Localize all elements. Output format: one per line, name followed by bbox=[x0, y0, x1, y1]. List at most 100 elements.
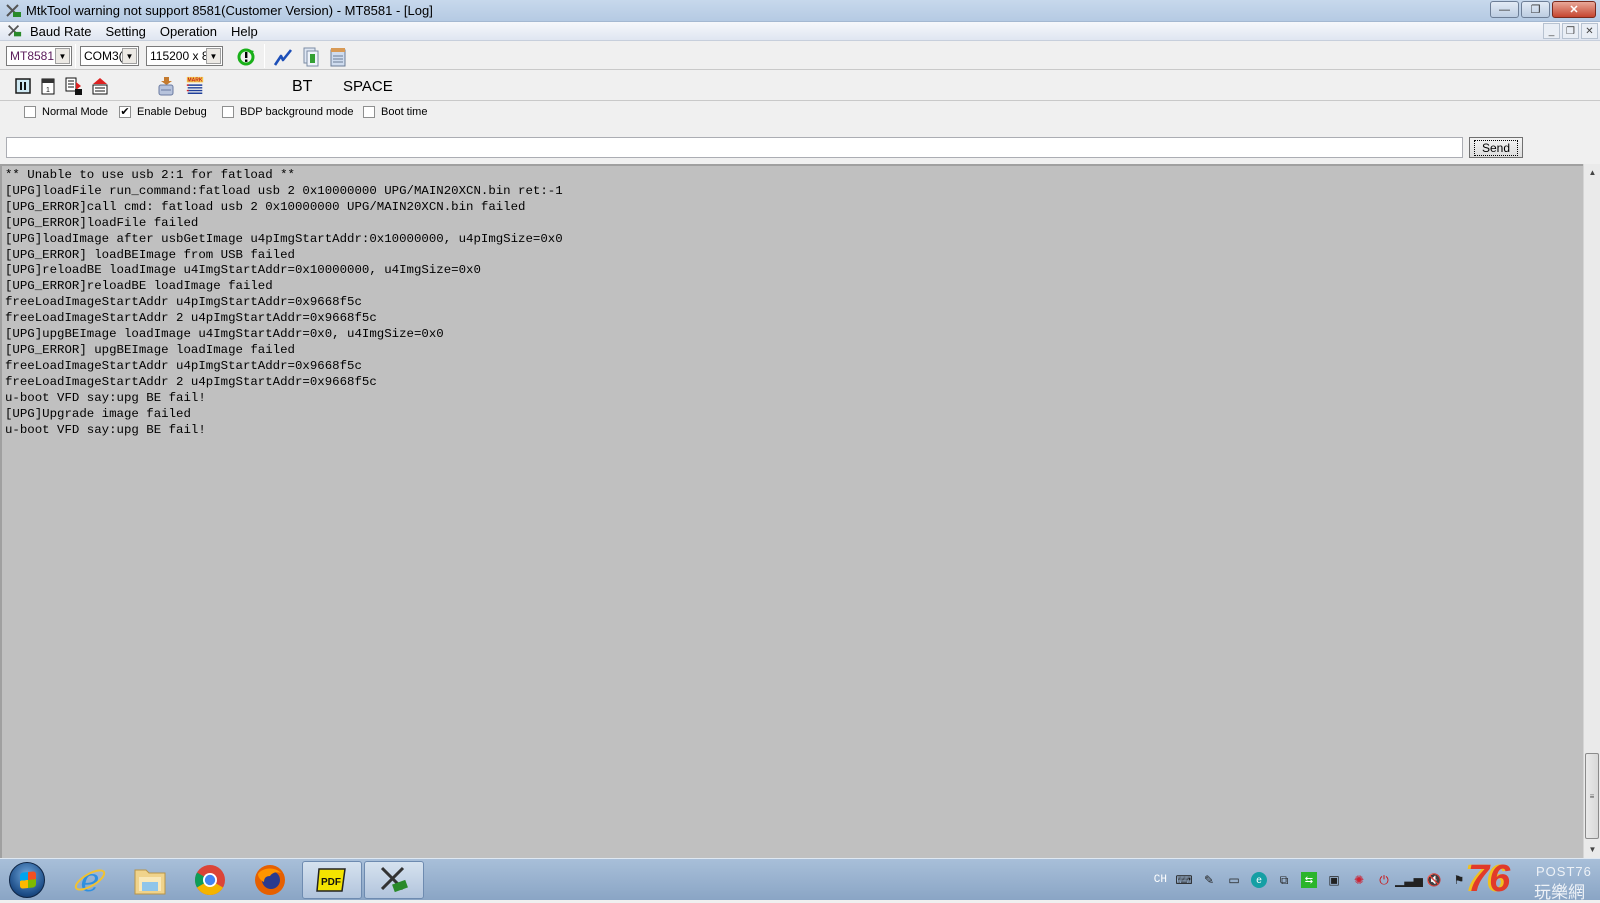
baud-select[interactable]: 115200 x 8 ▼ bbox=[146, 46, 223, 66]
binary-file-icon bbox=[303, 47, 319, 67]
bt-button[interactable]: BT bbox=[292, 78, 312, 96]
chevron-up-icon: ▲ bbox=[1588, 168, 1597, 177]
chip-select-value: MT8581 bbox=[10, 49, 55, 63]
binary-file-button[interactable] bbox=[301, 47, 321, 67]
pen-icon[interactable]: ✎ bbox=[1201, 872, 1217, 888]
upload-button[interactable] bbox=[90, 76, 110, 96]
checkbox-checked[interactable]: ✔ bbox=[119, 106, 131, 118]
enable-debug-checkbox[interactable]: ✔ Enable Debug bbox=[119, 106, 207, 118]
command-input[interactable] bbox=[6, 137, 1463, 158]
svg-text:MARK: MARK bbox=[188, 77, 203, 83]
scroll-thumb[interactable]: ≡ bbox=[1585, 753, 1599, 839]
restore-button[interactable]: ❐ bbox=[1521, 1, 1550, 18]
minimize-button[interactable]: — bbox=[1490, 1, 1519, 18]
space-button[interactable]: SPACE bbox=[343, 78, 393, 95]
log-scrollbar[interactable]: ▲ ≡ ▼ bbox=[1583, 164, 1600, 858]
scroll-up-button[interactable]: ▲ bbox=[1584, 164, 1600, 181]
bdp-background-mode-label: BDP background mode bbox=[240, 106, 354, 118]
log-line: [UPG]loadImage after usbGetImage u4pImgS… bbox=[5, 231, 563, 246]
mtktool-icon bbox=[380, 866, 408, 893]
minimize-icon: _ bbox=[1548, 25, 1555, 37]
flag-icon[interactable]: ⚑ bbox=[1451, 872, 1467, 888]
save-log-icon bbox=[65, 77, 82, 95]
eset-icon[interactable]: e bbox=[1251, 872, 1267, 888]
minimize-icon: — bbox=[1499, 3, 1510, 16]
boot-time-label: Boot time bbox=[381, 106, 428, 118]
title-bar[interactable]: MtkTool warning not support 8581(Custome… bbox=[0, 0, 1600, 22]
pdf-icon: PDF bbox=[316, 868, 346, 892]
log-line: [UPG]upgBEImage loadImage u4ImgStartAddr… bbox=[5, 327, 444, 342]
upload-icon bbox=[92, 78, 108, 95]
log-lines: ** Unable to use usb 2:1 for fatload **[… bbox=[2, 166, 1583, 438]
notepad-button[interactable] bbox=[328, 47, 348, 67]
network-app-icon[interactable]: ⧉ bbox=[1276, 872, 1292, 888]
pause-button[interactable] bbox=[13, 76, 33, 96]
folder-icon bbox=[134, 869, 166, 895]
taskbar-file-explorer[interactable] bbox=[120, 861, 180, 899]
close-button[interactable]: ✕ bbox=[1552, 1, 1596, 18]
menu-operation[interactable]: Operation bbox=[160, 24, 217, 39]
toolbar-separator bbox=[264, 44, 265, 68]
connect-refresh-icon bbox=[237, 48, 255, 66]
bdp-background-mode-checkbox[interactable]: BDP background mode bbox=[222, 106, 354, 118]
normal-mode-checkbox[interactable]: Normal Mode bbox=[24, 106, 108, 118]
chevron-down-icon[interactable]: ▼ bbox=[55, 48, 70, 64]
mdi-minimize-button[interactable]: _ bbox=[1543, 23, 1560, 39]
chrome-icon bbox=[194, 865, 225, 896]
log-line: [UPG]loadFile run_command:fatload usb 2 … bbox=[5, 183, 563, 198]
chip-select[interactable]: MT8581 ▼ bbox=[6, 46, 72, 66]
laptop-icon[interactable]: ▭ bbox=[1226, 872, 1242, 888]
window-title: MtkTool warning not support 8581(Custome… bbox=[26, 3, 433, 18]
send-button[interactable]: Send bbox=[1469, 137, 1523, 158]
calendar-button[interactable]: 1 bbox=[38, 76, 58, 96]
calendar-icon: 1 bbox=[41, 78, 55, 95]
close-icon: ✕ bbox=[1569, 4, 1579, 16]
mark-icon: MARK bbox=[186, 76, 204, 94]
taskbar-chrome[interactable] bbox=[180, 861, 240, 899]
windows-logo-icon bbox=[9, 862, 45, 898]
waveform-button[interactable] bbox=[273, 47, 293, 67]
log-line: freeLoadImageStartAddr 2 u4pImgStartAddr… bbox=[5, 374, 377, 389]
boot-time-checkbox[interactable]: Boot time bbox=[363, 106, 427, 118]
log-line: [UPG_ERROR] loadBEImage from USB failed bbox=[5, 247, 295, 262]
send-button-label: Send bbox=[1473, 139, 1519, 156]
checkbox-box[interactable] bbox=[363, 106, 375, 118]
toolbar-separator bbox=[75, 44, 76, 68]
language-indicator[interactable]: CH bbox=[1154, 874, 1167, 886]
log-line: [UPG_ERROR] upgBEImage loadImage failed bbox=[5, 342, 295, 357]
menu-setting[interactable]: Setting bbox=[105, 24, 145, 39]
checkbox-box[interactable] bbox=[222, 106, 234, 118]
checkbox-box[interactable] bbox=[24, 106, 36, 118]
power-icon[interactable]: ⏻ bbox=[1376, 872, 1392, 888]
mdi-child-icon[interactable] bbox=[6, 23, 22, 42]
monitor-icon[interactable]: ▣ bbox=[1326, 872, 1342, 888]
keyboard-icon[interactable]: ⌨ bbox=[1175, 872, 1192, 888]
log-output[interactable]: ** Unable to use usb 2:1 for fatload **[… bbox=[0, 164, 1583, 858]
start-button[interactable] bbox=[0, 861, 54, 899]
process-icon[interactable]: ✺ bbox=[1351, 872, 1367, 888]
menu-help[interactable]: Help bbox=[231, 24, 258, 39]
port-select[interactable]: COM3(L ▼ bbox=[80, 46, 139, 66]
post76-watermark: 76 POST76 玩樂網 bbox=[1468, 858, 1596, 903]
watermark-brand: POST76 bbox=[1536, 864, 1592, 879]
chevron-down-icon[interactable]: ▼ bbox=[122, 48, 137, 64]
save-log-button[interactable] bbox=[64, 76, 84, 96]
taskbar-firefox[interactable] bbox=[240, 861, 300, 899]
mark-button[interactable]: MARK bbox=[185, 76, 205, 96]
menu-bar: Baud Rate Setting Operation Help _ ❐ ✕ bbox=[0, 22, 1600, 41]
sync-icon[interactable]: ⇆ bbox=[1301, 872, 1317, 888]
connect-refresh-button[interactable] bbox=[236, 47, 256, 67]
taskbar-pdf-reader[interactable]: PDF bbox=[302, 861, 362, 899]
volume-muted-icon[interactable]: 🔇 bbox=[1426, 872, 1442, 888]
taskbar-mtktool[interactable] bbox=[364, 861, 424, 899]
signal-icon[interactable]: ▁▃▅ bbox=[1395, 872, 1423, 888]
log-line: freeLoadImageStartAddr u4pImgStartAddr=0… bbox=[5, 295, 362, 310]
taskbar-internet-explorer[interactable]: e bbox=[60, 861, 120, 899]
download-device-button[interactable] bbox=[156, 76, 176, 96]
scroll-down-button[interactable]: ▼ bbox=[1584, 841, 1600, 858]
mdi-close-button[interactable]: ✕ bbox=[1581, 23, 1598, 39]
menu-baud-rate[interactable]: Baud Rate bbox=[30, 24, 91, 39]
mdi-restore-button[interactable]: ❐ bbox=[1562, 23, 1579, 39]
chevron-down-icon[interactable]: ▼ bbox=[206, 48, 221, 64]
log-line: [UPG_ERROR]loadFile failed bbox=[5, 215, 199, 230]
